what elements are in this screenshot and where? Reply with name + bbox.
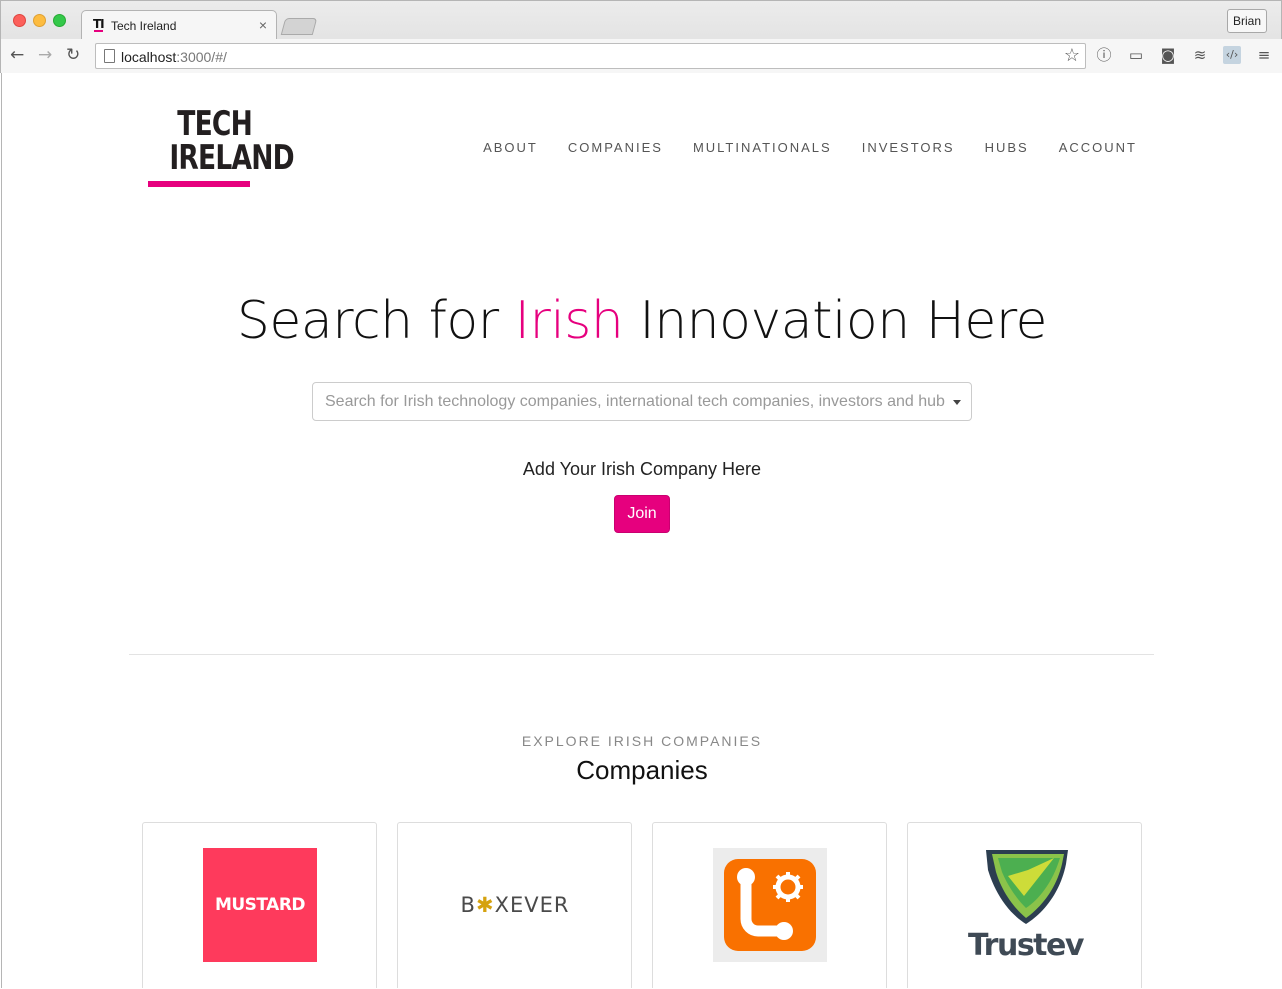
company-card-mustard[interactable]: MUSTARD bbox=[142, 822, 377, 988]
mustard-logo: MUSTARD bbox=[203, 848, 317, 962]
main-nav: ABOUT COMPANIES MULTINATIONALS INVESTORS… bbox=[483, 140, 1137, 155]
nav-hubs[interactable]: HUBS bbox=[985, 140, 1029, 155]
address-bar[interactable]: localhost:3000/#/ ☆ bbox=[95, 43, 1086, 69]
profile-button[interactable]: Brian bbox=[1227, 9, 1267, 33]
add-company-text: Add Your Irish Company Here bbox=[522, 459, 762, 479]
tech-ireland-logo[interactable]: TECH IRELAND bbox=[146, 104, 295, 187]
tab-title: Tech Ireland bbox=[111, 19, 177, 33]
back-arrow-icon[interactable]: ← bbox=[10, 45, 24, 65]
browser-tab[interactable]: TI Tech Ireland × bbox=[81, 10, 277, 39]
trustev-shield-icon bbox=[986, 850, 1068, 924]
close-window-button[interactable] bbox=[13, 14, 26, 27]
hero-title: Search for Irish Innovation Here bbox=[236, 291, 1048, 351]
camera-icon[interactable]: ◙ bbox=[1159, 46, 1177, 64]
section-divider bbox=[129, 654, 1154, 655]
nav-multinationals[interactable]: MULTINATIONALS bbox=[693, 140, 832, 155]
logo-underline bbox=[148, 181, 250, 187]
dropdown-caret-icon[interactable] bbox=[953, 400, 961, 405]
search-input[interactable] bbox=[325, 383, 945, 420]
companies-heading: Companies bbox=[576, 755, 708, 785]
explore-kicker: EXPLORE IRISH COMPANIES bbox=[521, 733, 763, 749]
onepassword-extension-icon[interactable]: ⓘ bbox=[1095, 46, 1113, 64]
logo-line-1: TECH bbox=[177, 104, 253, 144]
minimize-window-button[interactable] bbox=[33, 14, 46, 27]
company-card-boxever[interactable]: B✱XEVER bbox=[397, 822, 632, 988]
url-text[interactable]: localhost:3000/#/ bbox=[121, 49, 227, 65]
boxever-logo: B✱XEVER bbox=[460, 893, 570, 917]
forward-arrow-icon[interactable]: → bbox=[38, 45, 52, 65]
search-select[interactable] bbox=[312, 382, 972, 421]
page-icon bbox=[104, 49, 115, 63]
code-extension-icon[interactable]: ‹/› bbox=[1223, 46, 1241, 64]
nav-companies[interactable]: COMPANIES bbox=[568, 140, 663, 155]
company-card-orange-app[interactable] bbox=[652, 822, 887, 988]
nav-about[interactable]: ABOUT bbox=[483, 140, 538, 155]
cast-icon[interactable]: ▭ bbox=[1127, 46, 1145, 64]
bookmark-star-icon[interactable]: ☆ bbox=[1064, 45, 1080, 66]
trustev-wordmark: Trustev bbox=[968, 928, 1084, 963]
reload-icon[interactable]: ↻ bbox=[66, 45, 80, 65]
zoom-window-button[interactable] bbox=[53, 14, 66, 27]
close-tab-icon[interactable]: × bbox=[259, 17, 267, 33]
menu-icon[interactable]: ≡ bbox=[1255, 46, 1273, 64]
join-button[interactable]: Join bbox=[614, 495, 670, 533]
logo-line-2: IRELAND bbox=[169, 138, 294, 178]
browser-chrome: TI Tech Ireland × Brian ← → ↻ localhost:… bbox=[0, 0, 1282, 73]
tech-ireland-favicon-icon: TI bbox=[93, 17, 105, 32]
toolbar: ← → ↻ localhost:3000/#/ ☆ ⓘ ▭ ◙ ≋ ‹/› ≡ bbox=[1, 39, 1282, 73]
page: TECH IRELAND ABOUT COMPANIES MULTINATION… bbox=[1, 73, 1281, 988]
trustev-logo: Trustev bbox=[968, 848, 1084, 963]
company-card-trustev[interactable]: Trustev bbox=[907, 822, 1142, 988]
nav-account[interactable]: ACCOUNT bbox=[1059, 140, 1137, 155]
orange-app-logo bbox=[713, 848, 827, 962]
nav-investors[interactable]: INVESTORS bbox=[862, 140, 955, 155]
layers-icon[interactable]: ≋ bbox=[1191, 46, 1209, 64]
new-tab-button[interactable] bbox=[280, 18, 318, 35]
